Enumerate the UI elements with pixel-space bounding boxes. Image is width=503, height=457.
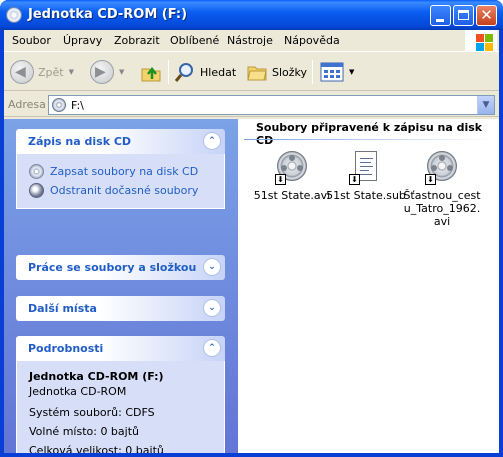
address-value: F:\ [71, 99, 84, 112]
folders-button[interactable]: Složky [246, 59, 307, 85]
address-bar: Adresa F:\ ▼ [4, 93, 499, 117]
details-drive-type: Jednotka CD-ROM [29, 385, 127, 398]
details-body: Jednotka CD-ROM (F:) Jednotka CD-ROM Sys… [16, 361, 225, 457]
maximize-button[interactable] [453, 5, 474, 26]
forward-dropdown-icon[interactable]: ▼ [119, 68, 124, 76]
search-button[interactable]: Hledat [174, 59, 236, 85]
file-item[interactable]: ⬇ 51st State.sub [326, 151, 406, 202]
menu-napoveda[interactable]: Nápověda [284, 34, 340, 47]
address-label: Adresa [8, 98, 46, 111]
menu-soubor[interactable]: Soubor [12, 34, 51, 47]
logo-blue [476, 43, 484, 51]
logo-red [476, 34, 484, 42]
group-divider [244, 139, 494, 140]
menu-oblibene[interactable]: Oblíbené [170, 34, 219, 47]
task-label: Odstranit dočasné soubory [50, 184, 199, 197]
window-title: Jednotka CD-ROM (F:) [28, 7, 188, 22]
views-button[interactable]: ▼ [320, 59, 354, 85]
windows-logo-icon [465, 30, 497, 52]
cd-write-icon [29, 164, 44, 179]
folders-label: Složky [272, 65, 308, 79]
panel-title: Další místa [28, 302, 97, 315]
toolbar-separator [312, 60, 313, 84]
close-button[interactable]: ✕ [476, 5, 497, 26]
task-pane: Zápis na disk CD ⌃ Zapsat soubory na dis… [4, 119, 238, 457]
views-icon [320, 62, 344, 82]
minimize-button[interactable] [430, 5, 451, 26]
menu-bar: Soubor Úpravy Zobrazit Oblíbené Nástroje… [4, 30, 499, 52]
menu-zobrazit[interactable]: Zobrazit [114, 34, 160, 47]
file-item[interactable]: ⬇ Šťastnou_cestu_Tatro_1962.avi [402, 151, 482, 228]
delete-temp-icon [29, 183, 44, 198]
views-dropdown-icon[interactable]: ▼ [349, 68, 354, 76]
other-places-panel: Další místa ⌄ [16, 296, 225, 321]
text-file-icon: ⬇ [349, 151, 383, 185]
up-folder-button[interactable] [140, 59, 162, 85]
details-free-space: Volné místo: 0 bajtů [29, 425, 139, 438]
panel-title: Práce se soubory a složkou [28, 261, 197, 274]
window-body: Soubor Úpravy Zobrazit Oblíbené Nástroje… [4, 30, 499, 457]
expand-icon[interactable]: ⌄ [203, 258, 221, 276]
back-arrow-icon: ◀ [10, 60, 34, 84]
pending-write-icon: ⬇ [275, 174, 286, 185]
delete-temp-files-link[interactable]: Odstranit dočasné soubory [29, 181, 212, 200]
pending-write-icon: ⬇ [425, 174, 436, 185]
cd-writing-panel-body: Zapsat soubory na disk CD Odstranit doča… [16, 154, 225, 209]
details-header[interactable]: Podrobnosti ⌃ [16, 336, 225, 361]
panel-title: Zápis na disk CD [28, 135, 132, 148]
address-dropdown-icon[interactable]: ▼ [477, 96, 494, 114]
close-icon: ✕ [480, 6, 493, 24]
logo-green [485, 34, 493, 42]
explorer-window: Jednotka CD-ROM (F:) ✕ Soubor Úpravy Zob… [0, 0, 503, 457]
collapse-icon[interactable]: ⌃ [203, 132, 221, 150]
file-folder-tasks-panel: Práce se soubory a složkou ⌄ [16, 255, 225, 280]
expand-icon[interactable]: ⌄ [203, 299, 221, 317]
video-file-icon: ⬇ [425, 151, 459, 185]
forward-button[interactable]: ▶ ▼ [90, 59, 124, 85]
write-to-cd-link[interactable]: Zapsat soubory na disk CD [29, 162, 212, 181]
back-dropdown-icon[interactable]: ▼ [69, 68, 74, 76]
logo-yellow [485, 43, 493, 51]
menu-nastroje[interactable]: Nástroje [227, 34, 273, 47]
file-item[interactable]: ⬇ 51st State.avi [252, 151, 332, 202]
details-drive-name: Jednotka CD-ROM (F:) [29, 370, 164, 383]
other-places-header[interactable]: Další místa ⌄ [16, 296, 225, 321]
forward-arrow-icon: ▶ [90, 60, 114, 84]
cd-writing-panel-header[interactable]: Zápis na disk CD ⌃ [16, 129, 225, 154]
pending-write-icon: ⬇ [349, 174, 360, 185]
panel-title: Podrobnosti [28, 342, 104, 355]
details-filesystem: Systém souborů: CDFS [29, 406, 155, 419]
back-button[interactable]: ◀ Zpět ▼ [10, 59, 74, 85]
minimize-icon [436, 19, 444, 22]
search-icon [174, 63, 193, 82]
window-bottom-border [0, 453, 503, 457]
folder-up-icon [141, 66, 161, 82]
back-label: Zpět [38, 65, 64, 79]
title-bar[interactable]: Jednotka CD-ROM (F:) ✕ [0, 0, 503, 30]
maximize-icon [458, 10, 469, 20]
task-label: Zapsat soubory na disk CD [50, 165, 199, 178]
cd-drive-icon [6, 7, 22, 23]
group-header: Soubory připravené k zápisu na disk CD [256, 121, 483, 147]
file-name: 51st State.sub [326, 189, 406, 202]
address-input[interactable]: F:\ ▼ [48, 95, 495, 115]
file-list-pane: Soubory připravené k zápisu na disk CD ⬇… [238, 119, 499, 453]
toolbar-separator [168, 60, 169, 84]
cd-writing-panel: Zápis na disk CD ⌃ Zapsat soubory na dis… [16, 129, 225, 209]
collapse-icon[interactable]: ⌃ [203, 339, 221, 357]
video-file-icon: ⬇ [275, 151, 309, 185]
file-name: 51st State.avi [253, 189, 331, 202]
toolbar: ◀ Zpět ▼ ▶ ▼ Hledat Složky ▼ [4, 53, 499, 91]
file-folder-tasks-header[interactable]: Práce se soubory a složkou ⌄ [16, 255, 225, 280]
folders-icon [247, 66, 267, 81]
details-panel: Podrobnosti ⌃ Jednotka CD-ROM (F:) Jedno… [16, 336, 225, 457]
menu-upravy[interactable]: Úpravy [63, 34, 102, 47]
search-label: Hledat [200, 65, 237, 79]
file-name: Šťastnou_cestu_Tatro_1962.avi [403, 189, 481, 228]
cd-drive-icon [52, 98, 66, 112]
